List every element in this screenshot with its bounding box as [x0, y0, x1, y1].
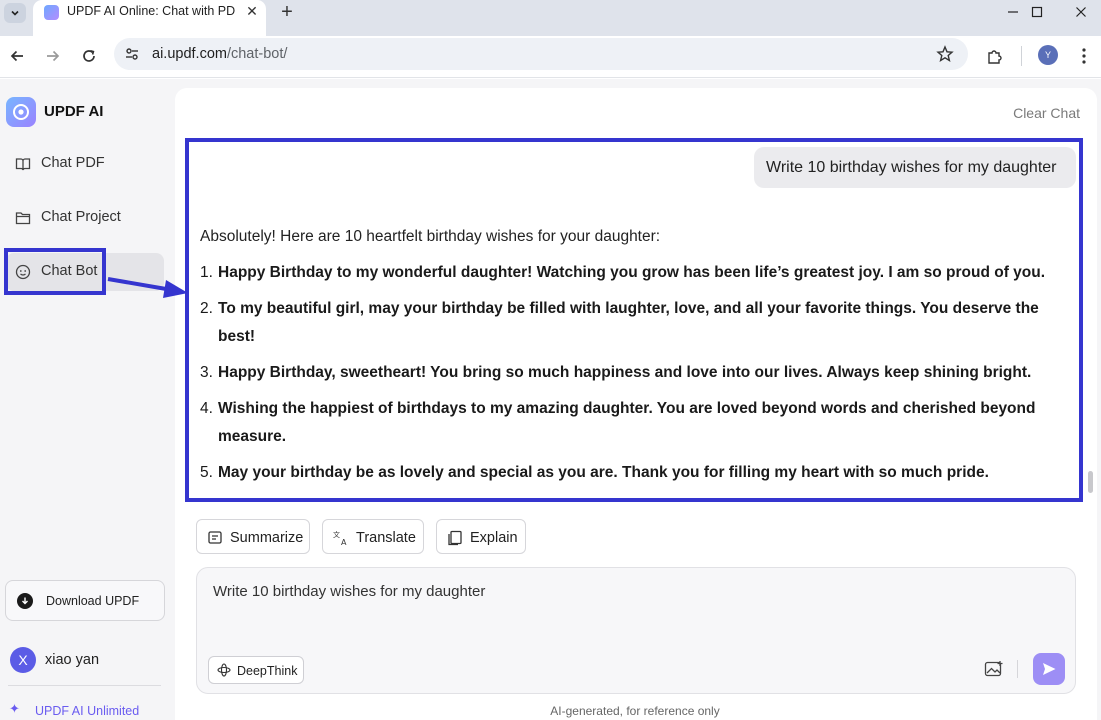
download-arrow-icon — [17, 593, 33, 609]
translate-icon: 文A — [332, 529, 350, 547]
download-updf-button[interactable]: Download UPDF — [5, 580, 165, 621]
message-composer[interactable]: Write 10 birthday wishes for my daughter… — [196, 567, 1076, 694]
explain-label: Explain — [470, 530, 518, 546]
toolbar-divider — [1021, 46, 1022, 66]
deepthink-toggle[interactable]: DeepThink — [208, 656, 304, 684]
sparkle-icon: ✦ — [9, 701, 20, 716]
chat-scrollbar-thumb[interactable] — [1088, 471, 1093, 493]
book-open-icon — [14, 155, 32, 173]
answer-highlight-annotation — [185, 138, 1083, 502]
updf-favicon-icon — [44, 5, 59, 20]
close-tab-icon[interactable]: ✕ — [243, 2, 261, 20]
reload-button[interactable] — [74, 41, 104, 71]
bookmark-star-icon[interactable] — [934, 43, 956, 65]
browser-tab-strip: UPDF AI Online: Chat with PDF ✕ + — [0, 0, 1101, 36]
browser-menu-kebab-icon[interactable] — [1072, 41, 1096, 71]
send-icon — [1043, 663, 1056, 675]
composer-divider — [1017, 660, 1018, 678]
deepthink-label: DeepThink — [237, 664, 298, 678]
site-settings-icon[interactable] — [122, 44, 142, 64]
tab-search-button[interactable] — [4, 3, 26, 23]
address-bar[interactable]: ai.updf.com/chat-bot/ — [114, 38, 968, 70]
tab-title: UPDF AI Online: Chat with PDF — [67, 4, 235, 18]
send-button[interactable] — [1033, 653, 1065, 685]
image-upload-icon[interactable] — [982, 657, 1006, 681]
translate-button[interactable]: 文A Translate — [322, 519, 424, 554]
sidebar: UPDF AI Chat PDF Chat Project Chat Bot D… — [0, 79, 173, 720]
upgrade-unlimited-link[interactable]: UPDF AI Unlimited — [35, 704, 139, 718]
arrow-right-icon — [47, 50, 60, 62]
sidebar-item-chat-project[interactable]: Chat Project — [6, 199, 164, 237]
sidebar-item-chat-pdf[interactable]: Chat PDF — [6, 145, 164, 183]
summarize-button[interactable]: Summarize — [196, 519, 310, 554]
svg-text:A: A — [341, 538, 347, 547]
svg-text:文: 文 — [333, 530, 340, 539]
download-label: Download UPDF — [46, 594, 140, 608]
profile-avatar[interactable]: Y — [1038, 45, 1058, 65]
folder-icon — [14, 209, 32, 227]
user-avatar[interactable]: X — [10, 647, 36, 673]
composer-input[interactable]: Write 10 birthday wishes for my daughter — [213, 583, 485, 600]
extensions-puzzle-icon[interactable] — [980, 41, 1010, 71]
browser-toolbar: ai.updf.com/chat-bot/ Y — [0, 36, 1101, 78]
sidebar-item-label: Chat PDF — [41, 155, 105, 171]
maximize-icon — [1031, 6, 1043, 18]
summarize-label: Summarize — [230, 530, 304, 546]
explain-icon — [446, 529, 464, 547]
chevron-down-icon — [11, 10, 19, 16]
translate-label: Translate — [356, 530, 416, 546]
sidebar-divider — [8, 685, 161, 686]
chat-bot-highlight-annotation — [4, 248, 106, 295]
deepthink-icon — [217, 663, 231, 677]
summarize-icon — [206, 529, 224, 547]
clear-chat-button[interactable]: Clear Chat — [1013, 105, 1080, 121]
browser-tab-active[interactable]: UPDF AI Online: Chat with PDF ✕ — [33, 0, 266, 36]
url-text: ai.updf.com/chat-bot/ — [152, 46, 288, 62]
user-name[interactable]: xiao yan — [45, 652, 99, 668]
arrow-left-icon — [10, 50, 23, 62]
new-tab-plus-icon[interactable]: + — [276, 1, 298, 23]
forward-button[interactable] — [38, 41, 68, 71]
back-button[interactable] — [2, 41, 32, 71]
updf-ai-app: UPDF AI Chat PDF Chat Project Chat Bot D… — [0, 79, 1101, 720]
explain-button[interactable]: Explain — [436, 519, 526, 554]
close-window-button[interactable] — [1058, 0, 1101, 24]
close-icon — [1076, 7, 1086, 17]
reload-icon — [83, 50, 95, 62]
updf-ai-logo-icon — [6, 97, 36, 127]
sidebar-item-label: Chat Project — [41, 209, 121, 225]
app-logo-text: UPDF AI — [44, 103, 104, 120]
chat-panel: Clear Chat Write 10 birthday wishes for … — [175, 88, 1097, 720]
maximize-window-button[interactable] — [1014, 0, 1060, 24]
ai-disclaimer: AI-generated, for reference only — [550, 704, 720, 718]
